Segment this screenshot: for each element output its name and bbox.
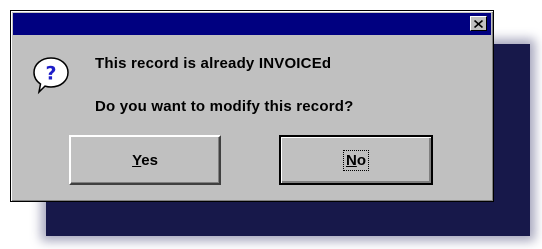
svg-text:?: ? [45, 63, 56, 85]
message-dialog: ? This record is already INVOICEd Do you… [10, 10, 494, 202]
message-line-2: Do you want to modify this record? [95, 98, 354, 115]
yes-button[interactable]: Yes [69, 135, 221, 185]
screenshot-stage: ? This record is already INVOICEd Do you… [0, 0, 542, 249]
no-button[interactable]: No [279, 135, 433, 185]
no-label-rest: o [356, 151, 366, 169]
question-icon: ? [31, 55, 71, 95]
yes-button-label: Yes [132, 152, 158, 169]
no-mnemonic: N [345, 151, 357, 169]
no-button-label: No [342, 149, 369, 171]
yes-mnemonic: Y [132, 151, 142, 169]
message-line-1: This record is already INVOICEd [95, 55, 332, 72]
yes-label-rest: es [141, 151, 158, 169]
close-icon [474, 19, 483, 28]
close-button[interactable] [470, 16, 487, 31]
title-bar[interactable] [13, 13, 491, 35]
